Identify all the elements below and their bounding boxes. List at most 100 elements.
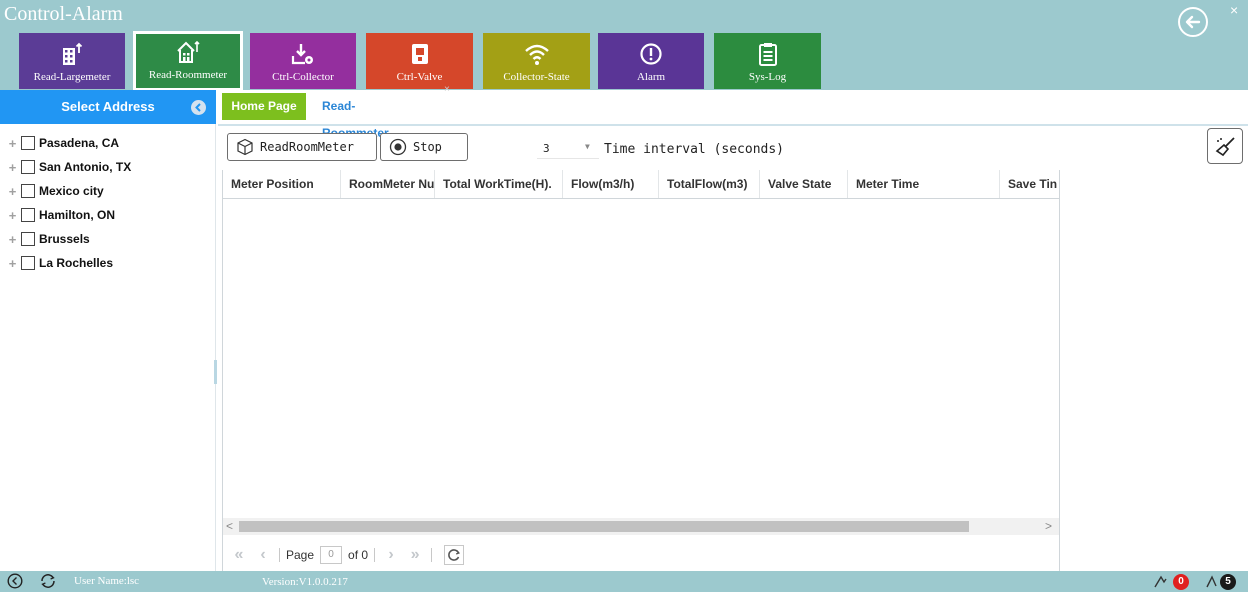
page-total-label: of 0	[348, 548, 369, 562]
read-roommeter-action-label: ReadRoomMeter	[260, 140, 354, 154]
column-header[interactable]: Total WorkTime(H).	[435, 170, 563, 198]
alarm-count-badge: 0	[1173, 574, 1189, 590]
alarm-label: Alarm	[636, 71, 666, 83]
tree-checkbox[interactable]	[21, 184, 35, 198]
scroll-right-icon[interactable]: >	[1045, 518, 1052, 535]
tree-checkbox[interactable]	[21, 208, 35, 222]
expand-icon[interactable]: +	[6, 185, 19, 198]
ctrl-collector-label: Ctrl-Collector	[272, 71, 334, 83]
tree-item-la-rochelles[interactable]: + La Rochelles	[6, 251, 131, 275]
ctrl-valve-button[interactable]: Ctrl-Valve	[366, 33, 473, 89]
page-number-input[interactable]: 0	[320, 546, 343, 564]
broom-icon	[1214, 135, 1236, 157]
tree-item-label: Hamilton, ON	[39, 208, 116, 222]
grid-header-row: Meter Position RoomMeter Nu Total WorkTi…	[223, 170, 1059, 199]
read-largemeter-button[interactable]: Read-Largemeter	[19, 33, 125, 89]
pager-separator	[279, 548, 280, 562]
tree-checkbox[interactable]	[21, 232, 35, 246]
tree-item-hamilton[interactable]: + Hamilton, ON	[6, 203, 131, 227]
building-arrow-icon	[61, 41, 83, 67]
tree-item-label: Mexico city	[39, 184, 104, 198]
exclamation-circle-icon	[639, 41, 663, 67]
scrollbar-thumb[interactable]	[239, 521, 969, 532]
collapse-sidebar-icon[interactable]	[191, 100, 206, 115]
address-sidebar: Select Address + Pasadena, CA + San Anto…	[0, 90, 217, 571]
stop-button[interactable]: Stop	[380, 133, 468, 161]
sidebar-resize-handle[interactable]	[214, 360, 217, 384]
clear-broom-button[interactable]	[1207, 128, 1243, 164]
tree-item-label: La Rochelles	[39, 256, 114, 270]
tree-item-san-antonio[interactable]: + San Antonio, TX	[6, 155, 131, 179]
time-interval-value: 3	[543, 142, 550, 155]
ctrl-collector-button[interactable]: Ctrl-Collector	[250, 33, 356, 89]
column-header[interactable]: TotalFlow(m3)	[659, 170, 760, 198]
horizontal-scrollbar[interactable]: < >	[223, 518, 1059, 535]
read-roommeter-action-button[interactable]: ReadRoomMeter	[227, 133, 377, 161]
alert-signal-icon[interactable]	[1154, 574, 1170, 588]
read-roommeter-label: Read-Roommeter	[148, 69, 228, 81]
sys-log-label: Sys-Log	[748, 71, 787, 83]
tree-item-brussels[interactable]: + Brussels	[6, 227, 131, 251]
sync-icon[interactable]	[39, 573, 57, 589]
column-header[interactable]: Save Tin	[1000, 170, 1059, 198]
back-arrow-icon[interactable]	[1178, 7, 1208, 37]
time-interval-label: Time interval (seconds)	[604, 142, 785, 157]
notice-count-badge: 5	[1220, 574, 1236, 590]
first-page-icon[interactable]: «	[229, 545, 249, 565]
last-page-icon[interactable]: »	[405, 545, 425, 565]
tree-item-label: Brussels	[39, 232, 90, 246]
read-roommeter-button[interactable]: Read-Roommeter	[133, 31, 243, 91]
column-header[interactable]: Flow(m3/h)	[563, 170, 659, 198]
expand-icon[interactable]: +	[6, 137, 19, 150]
pager-separator	[374, 548, 376, 562]
tab-divider	[218, 124, 1248, 126]
time-interval-select[interactable]: 3 ▼	[537, 139, 599, 159]
tree-item-label: Pasadena, CA	[39, 136, 120, 150]
column-header[interactable]: RoomMeter Nu	[341, 170, 435, 198]
column-header[interactable]: Meter Time	[848, 170, 1000, 198]
cube-icon	[236, 138, 254, 156]
expand-icon[interactable]: +	[6, 161, 19, 174]
collector-state-button[interactable]: Collector-State	[483, 33, 590, 89]
alert-signal-icon[interactable]	[1206, 574, 1220, 588]
refresh-icon[interactable]	[444, 545, 465, 565]
roommeter-data-grid: Meter Position RoomMeter Nu Total WorkTi…	[222, 170, 1060, 572]
wifi-icon	[524, 41, 550, 67]
tree-checkbox[interactable]	[21, 136, 35, 150]
expand-icon[interactable]: +	[6, 233, 19, 246]
read-largemeter-label: Read-Largemeter	[33, 71, 111, 83]
tree-checkbox[interactable]	[21, 256, 35, 270]
tab-read-roommeter[interactable]: Read-Roommeter	[314, 93, 397, 140]
pager-separator	[431, 548, 433, 562]
prev-page-icon[interactable]: ‹	[253, 545, 273, 565]
column-header[interactable]: Meter Position	[223, 170, 341, 198]
tree-item-label: San Antonio, TX	[39, 160, 132, 174]
house-arrow-icon	[176, 39, 200, 65]
status-bar: User Name:lsc Version:V1.0.0.217 0 5	[0, 571, 1248, 592]
tab-home-page[interactable]: Home Page	[222, 93, 306, 120]
select-address-title: Select Address	[61, 99, 155, 114]
app-header: Control-Alarm × Read-Largemeter Read-Roo…	[0, 0, 1248, 91]
back-circle-icon[interactable]	[7, 573, 23, 589]
tree-item-mexico-city[interactable]: + Mexico city	[6, 179, 131, 203]
app-version: Version:V1.0.0.217	[262, 576, 348, 588]
pagination-bar: « ‹ Page 0 of 0 › »	[223, 540, 1059, 570]
download-gear-icon	[291, 41, 315, 67]
expand-icon[interactable]: +	[6, 257, 19, 270]
dropdown-arrow-icon: ▼	[585, 142, 590, 151]
sys-log-button[interactable]: Sys-Log	[714, 33, 821, 89]
close-tab-icon[interactable]: ×	[444, 84, 450, 95]
app-title: Control-Alarm	[4, 3, 123, 25]
tree-checkbox[interactable]	[21, 160, 35, 174]
alarm-button[interactable]: Alarm	[598, 33, 704, 89]
column-header[interactable]: Valve State	[760, 170, 848, 198]
close-window-button[interactable]: ×	[1230, 2, 1238, 18]
sidebar-header: Select Address	[0, 90, 216, 124]
scroll-left-icon[interactable]: <	[226, 518, 233, 535]
ctrl-valve-label: Ctrl-Valve	[396, 71, 443, 83]
expand-icon[interactable]: +	[6, 209, 19, 222]
address-tree: + Pasadena, CA + San Antonio, TX + Mexic…	[6, 131, 131, 275]
tree-item-pasadena[interactable]: + Pasadena, CA	[6, 131, 131, 155]
stop-circle-icon	[389, 138, 407, 156]
next-page-icon[interactable]: ›	[381, 545, 401, 565]
